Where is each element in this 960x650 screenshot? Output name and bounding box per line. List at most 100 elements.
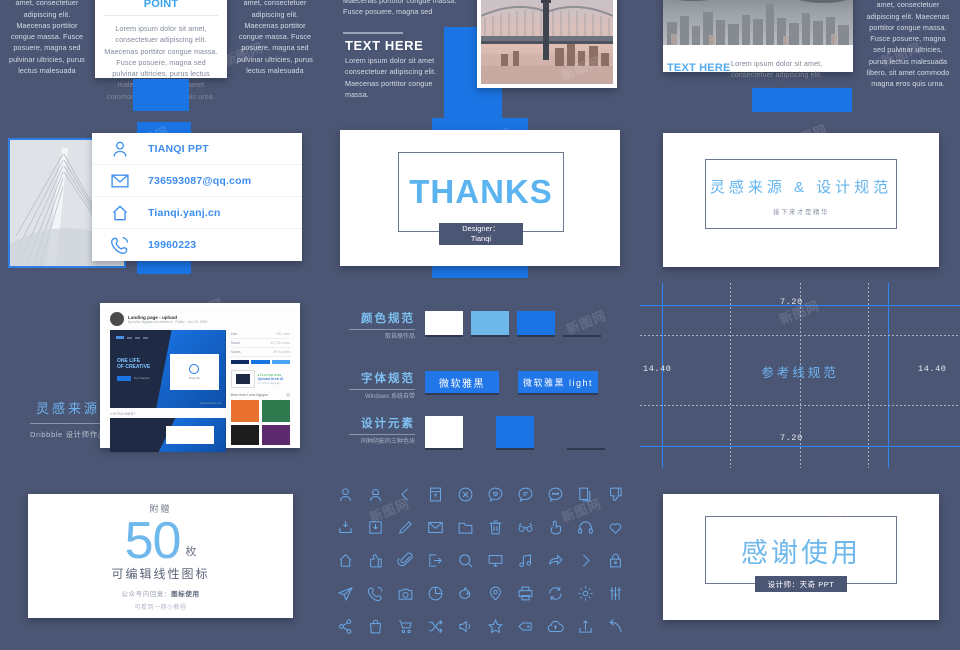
contact-value: TIANQI PPT [148, 142, 209, 155]
tag-icon[interactable] [510, 610, 540, 643]
close-circle-icon[interactable] [450, 478, 480, 511]
font-button-yahei[interactable]: 微软雅黑 [425, 371, 499, 393]
piggy-bank-icon[interactable] [450, 577, 480, 610]
bag-icon[interactable] [360, 610, 390, 643]
glasses-icon[interactable] [510, 511, 540, 544]
font-button-yahei-light[interactable]: 微软雅黑 light [518, 371, 598, 393]
spec-element-title: 设计元素 [361, 418, 415, 430]
thank-you-designer-tag: 设计师：天奇 PPT [755, 576, 847, 592]
divider [349, 434, 415, 435]
copy-icon[interactable] [570, 478, 600, 511]
download-box-icon[interactable] [360, 511, 390, 544]
gear-icon[interactable] [570, 577, 600, 610]
phone-icon [92, 235, 148, 255]
phone-call-icon[interactable] [360, 577, 390, 610]
designer-tag: Designer： Tianqi [439, 223, 523, 245]
mail-icon[interactable] [420, 511, 450, 544]
folder-icon[interactable] [450, 511, 480, 544]
thumb-down-icon[interactable] [600, 478, 630, 511]
power-your-point-card: POWER YOUR POINT Lorem ipsum dolor sit a… [95, 0, 227, 101]
power-right-text: Lorem ipsum dolor sit amet, consectetuer… [236, 0, 313, 76]
lock-icon[interactable] [600, 544, 630, 577]
city-accent-bar [752, 88, 852, 112]
element-block [496, 416, 534, 448]
undo-arrow-icon[interactable] [600, 610, 630, 643]
bonus-icons-slide: 附赠 50 枚 可编辑线性图标 公众号内回复：图标使用 可看到一期小教程 [28, 494, 293, 618]
pencil-icon[interactable] [390, 511, 420, 544]
power-left-text: Lorem ipsum dolor sit amet, consectetuer… [8, 0, 85, 76]
chevron-right-icon[interactable] [570, 544, 600, 577]
spec-font-title: 字体规范 [361, 373, 415, 385]
upload-icon[interactable] [570, 610, 600, 643]
bridge-top-text: Lorem ipsum dolor sit amet, consectetuer… [343, 0, 457, 16]
location-pin-icon[interactable] [480, 577, 510, 610]
contact-row[interactable]: 19960223 [92, 229, 302, 261]
spec-element-subtitle: 同种阴影的三种色块 [360, 439, 415, 445]
bridge-photo [477, 0, 617, 88]
guide-value-top: 7.20 [780, 297, 803, 307]
stat-label: Like [230, 332, 238, 336]
user-female-icon[interactable] [360, 478, 390, 511]
heart-chat-icon[interactable] [480, 478, 510, 511]
heart-icon[interactable] [600, 511, 630, 544]
bonus-line2: 可编辑线性图标 [111, 567, 210, 581]
spec-element: 设计元素 同种阴影的三种色块 [345, 415, 415, 446]
trash-icon[interactable] [480, 511, 510, 544]
divider [349, 389, 415, 390]
click-hand-icon[interactable] [540, 511, 570, 544]
cart-icon[interactable] [390, 610, 420, 643]
icon-showcase-grid [330, 478, 630, 643]
spec-color-subtitle: 取自原作品 [384, 334, 415, 340]
shot-meta: by Lotus Nguyen for Amber.io · Public · … [128, 319, 208, 324]
shuffle-icon[interactable] [420, 610, 450, 643]
camera-icon[interactable] [390, 577, 420, 610]
chat-lines-icon[interactable] [510, 478, 540, 511]
back-arrow-icon[interactable] [390, 478, 420, 511]
thank-you-word: 感谢使用 [741, 537, 861, 568]
stat-value: 531 view [276, 332, 290, 336]
poster-canvas: Lorem ipsum dolor sit amet, consectetuer… [0, 0, 960, 650]
logout-icon[interactable] [420, 544, 450, 577]
contact-row[interactable]: TIANQI PPT [92, 133, 302, 165]
headphones-icon[interactable] [570, 511, 600, 544]
bonus-number: 50 [124, 512, 182, 570]
monitor-icon[interactable] [480, 544, 510, 577]
attachment-label: 1 ATTACHMENT [110, 412, 136, 416]
pie-chart-icon[interactable] [420, 577, 450, 610]
paperclip-icon[interactable] [390, 544, 420, 577]
star-icon[interactable] [480, 610, 510, 643]
divider [30, 423, 106, 424]
search-icon[interactable] [450, 544, 480, 577]
music-note-icon[interactable] [510, 544, 540, 577]
inspiration-cover-title: 灵感来源 & 设计规范 [709, 179, 893, 196]
sliders-icon[interactable] [600, 577, 630, 610]
user-icon[interactable] [330, 478, 360, 511]
send-icon[interactable] [330, 577, 360, 610]
divider [349, 329, 415, 330]
guide-dash-horizontal [640, 405, 960, 406]
city-card: TEXT HERE Lorem ipsum dolor sit amet, co… [663, 0, 853, 84]
cloud-upload-icon[interactable] [540, 610, 570, 643]
thumb-up-icon[interactable] [360, 544, 390, 577]
thanks-word: THANKS [409, 173, 553, 210]
inbox-download-icon[interactable] [330, 511, 360, 544]
more-icon[interactable]: ▦ [286, 392, 290, 397]
printer-icon[interactable] [510, 577, 540, 610]
contact-row[interactable]: 736593087@qq.com [92, 165, 302, 197]
home-icon[interactable] [330, 544, 360, 577]
contact-row[interactable]: Tianqi.yanj.cn [92, 197, 302, 229]
bonus-unit: 枚 [185, 546, 197, 558]
contact-value: Tianqi.yanj.cn [148, 206, 221, 219]
element-block [425, 416, 463, 448]
volume-icon[interactable] [450, 610, 480, 643]
stat-value: 40,755 views [270, 341, 290, 345]
guideline-spec-panel: 7.20 7.20 14.40 14.40 参考线规范 [640, 283, 960, 468]
refresh-icon[interactable] [540, 577, 570, 610]
chat-dots-icon[interactable] [540, 478, 570, 511]
designer-label: Designer： [462, 224, 500, 233]
designer-name: Tianqi [470, 234, 492, 243]
forward-icon[interactable] [540, 544, 570, 577]
stat-label: Share [230, 341, 241, 345]
book-icon[interactable] [420, 478, 450, 511]
share-icon[interactable] [330, 610, 360, 643]
